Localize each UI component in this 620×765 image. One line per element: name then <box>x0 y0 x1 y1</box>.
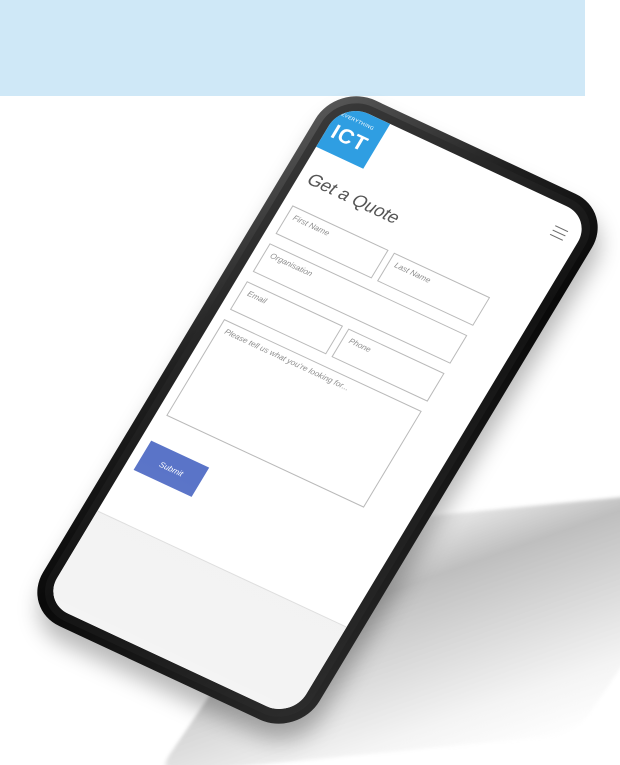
phone-placeholder: Phone <box>347 336 373 355</box>
submit-button[interactable]: Submit <box>133 440 210 497</box>
hamburger-menu-icon[interactable] <box>549 225 569 241</box>
last-name-placeholder: Last Name <box>392 260 433 285</box>
first-name-placeholder: First Name <box>291 213 332 238</box>
light-blue-backdrop <box>0 0 585 96</box>
phone-mockup-scene: EVERYTHING ICT Get a Quote First Name La… <box>0 0 620 765</box>
organisation-placeholder: Organisation <box>268 251 315 279</box>
email-placeholder: Email <box>245 289 269 306</box>
